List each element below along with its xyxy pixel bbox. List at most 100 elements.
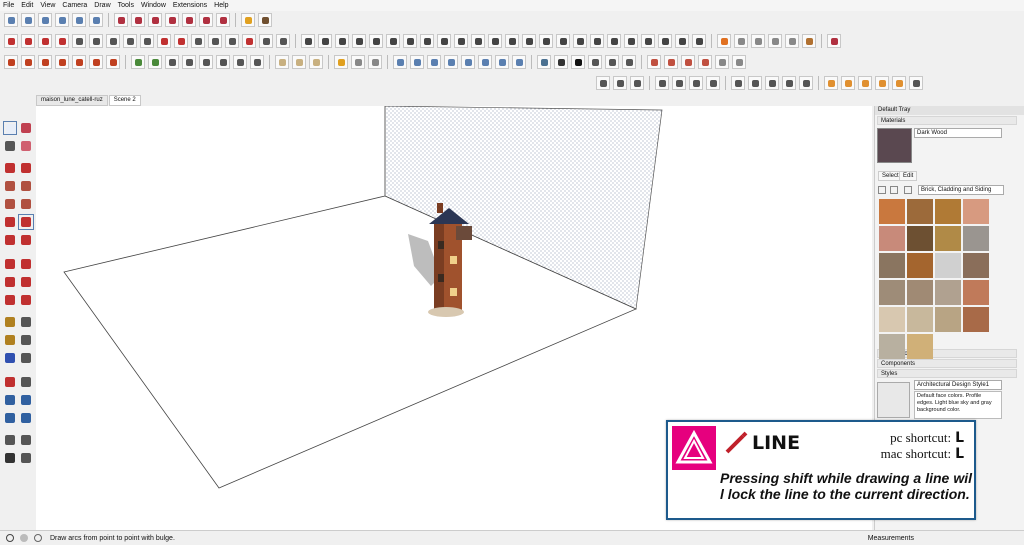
- menu-file[interactable]: File: [3, 2, 14, 9]
- lamp-icon[interactable]: [731, 76, 745, 90]
- section-components[interactable]: Components: [877, 359, 1017, 368]
- styles-tool-2-icon[interactable]: [292, 55, 306, 69]
- paint-tool-3-icon[interactable]: [681, 55, 695, 69]
- scene-settings-icon[interactable]: [622, 55, 636, 69]
- select-arrow-icon[interactable]: [3, 121, 17, 135]
- 3d-text-icon[interactable]: [19, 351, 33, 365]
- section-plane-icon[interactable]: [19, 451, 33, 465]
- component-box-1-icon[interactable]: [334, 55, 348, 69]
- styles-tool-3-icon[interactable]: [309, 55, 323, 69]
- material-swatch[interactable]: [907, 226, 933, 251]
- material-swatch[interactable]: [879, 253, 905, 278]
- zoom-icon[interactable]: [3, 393, 17, 407]
- material-swatch[interactable]: [963, 280, 989, 305]
- edge-tool-8-icon[interactable]: [512, 55, 526, 69]
- material-swatch[interactable]: [907, 253, 933, 278]
- mesh-tool-23-icon[interactable]: [675, 34, 689, 48]
- polygon-icon[interactable]: [19, 197, 33, 211]
- follow-me-icon[interactable]: [19, 275, 33, 289]
- mesh-tool-22-icon[interactable]: [658, 34, 672, 48]
- info-icon[interactable]: [6, 534, 14, 542]
- wireframe-icon[interactable]: [148, 13, 162, 27]
- views-iso-icon[interactable]: [4, 13, 18, 27]
- material-library-select[interactable]: Brick, Cladding and Siding: [918, 185, 1004, 195]
- mesh-tool-17-icon[interactable]: [573, 34, 587, 48]
- material-swatch[interactable]: [879, 307, 905, 332]
- dimension-icon[interactable]: [19, 315, 33, 329]
- material-swatch[interactable]: [879, 280, 905, 305]
- edge-tool-4-icon[interactable]: [444, 55, 458, 69]
- push-pull-icon[interactable]: [19, 257, 33, 271]
- walk-icon[interactable]: [3, 451, 17, 465]
- material-swatch[interactable]: [963, 307, 989, 332]
- tab-edit-material[interactable]: Edit: [899, 171, 918, 181]
- mesh-tool-5-icon[interactable]: [369, 34, 383, 48]
- pan-icon[interactable]: [19, 375, 33, 389]
- edge-tool-7-icon[interactable]: [495, 55, 509, 69]
- material-swatch[interactable]: [879, 226, 905, 251]
- xray-icon[interactable]: [114, 13, 128, 27]
- mesh-tool-12-icon[interactable]: [488, 34, 502, 48]
- component-tool-icon[interactable]: [827, 34, 841, 48]
- text-icon[interactable]: [19, 333, 33, 347]
- material-swatch[interactable]: [935, 280, 961, 305]
- mesh-tool-2-icon[interactable]: [318, 34, 332, 48]
- mesh-tool-6-icon[interactable]: [386, 34, 400, 48]
- help-icon[interactable]: [909, 76, 923, 90]
- mesh-tool-15-icon[interactable]: [539, 34, 553, 48]
- axes-icon[interactable]: [3, 351, 17, 365]
- three-point-arc-icon[interactable]: [3, 233, 17, 247]
- material-swatch[interactable]: [963, 226, 989, 251]
- material-swatch[interactable]: [879, 199, 905, 224]
- shaded-icon[interactable]: [182, 13, 196, 27]
- cube-outline-icon[interactable]: [765, 76, 779, 90]
- mesh-tool-11-icon[interactable]: [471, 34, 485, 48]
- zoom-window-icon[interactable]: [19, 393, 33, 407]
- paint-tool-4-icon[interactable]: [698, 55, 712, 69]
- menu-view[interactable]: View: [40, 2, 55, 9]
- frame-tool-2-icon[interactable]: [672, 76, 686, 90]
- curve-tool-9-icon[interactable]: [140, 34, 154, 48]
- paint-tool-6-icon[interactable]: [732, 55, 746, 69]
- tab-scene-2[interactable]: Scene 2: [108, 95, 141, 106]
- scene-tool-4-icon[interactable]: [588, 55, 602, 69]
- freehand-icon[interactable]: [19, 161, 33, 175]
- hand-icon[interactable]: [630, 76, 644, 90]
- animation-forward-icon[interactable]: [785, 34, 799, 48]
- curve-tool-8-icon[interactable]: [123, 34, 137, 48]
- pencil-line-icon[interactable]: [3, 161, 17, 175]
- mesh-tool-4-icon[interactable]: [352, 34, 366, 48]
- animation-stop-icon[interactable]: [751, 34, 765, 48]
- curve-tool-15-icon[interactable]: [242, 34, 256, 48]
- material-swatch[interactable]: [907, 280, 933, 305]
- menu-camera[interactable]: Camera: [62, 2, 87, 9]
- geo-icon[interactable]: [20, 534, 28, 542]
- material-swatch[interactable]: [879, 334, 905, 359]
- curve-tool-17-icon[interactable]: [276, 34, 290, 48]
- animation-play-icon[interactable]: [717, 34, 731, 48]
- section-styles[interactable]: Styles: [877, 369, 1017, 378]
- edge-tool-2-icon[interactable]: [410, 55, 424, 69]
- material-swatch[interactable]: [935, 253, 961, 278]
- menu-window[interactable]: Window: [141, 2, 166, 9]
- hidden-line-icon[interactable]: [165, 13, 179, 27]
- style-name-field[interactable]: Architectural Design Style1: [914, 380, 1002, 390]
- paint-bucket-icon[interactable]: [3, 139, 17, 153]
- two-point-arc-icon[interactable]: [18, 214, 34, 230]
- previous-view-icon[interactable]: [19, 411, 33, 425]
- shaded-textures-icon[interactable]: [199, 13, 213, 27]
- table-icon[interactable]: [824, 76, 838, 90]
- cube-icon[interactable]: [748, 76, 762, 90]
- menu-edit[interactable]: Edit: [21, 2, 33, 9]
- views-left-icon[interactable]: [89, 13, 103, 27]
- backedges-icon[interactable]: [131, 13, 145, 27]
- mesh-tool-1-icon[interactable]: [301, 34, 315, 48]
- sandbox-tool-6-icon[interactable]: [89, 55, 103, 69]
- warehouse-icon[interactable]: [241, 13, 255, 27]
- mesh-tool-21-icon[interactable]: [641, 34, 655, 48]
- tab-document[interactable]: maison_lune_catell-ruz: [36, 95, 108, 106]
- curve-tool-16-icon[interactable]: [259, 34, 273, 48]
- curve-tool-3-icon[interactable]: [38, 34, 52, 48]
- mesh-tool-18-icon[interactable]: [590, 34, 604, 48]
- menu-help[interactable]: Help: [214, 2, 228, 9]
